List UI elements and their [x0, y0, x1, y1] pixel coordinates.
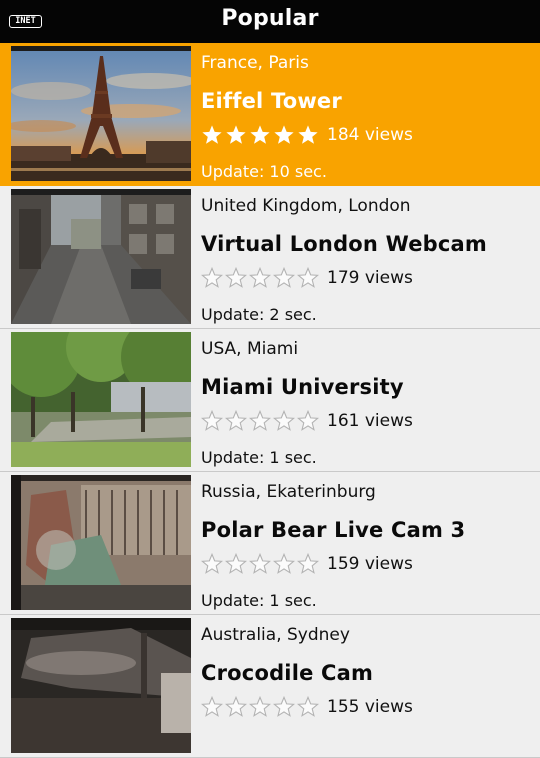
empty-star-icon	[225, 696, 247, 717]
star-rating	[201, 267, 319, 289]
empty-star-icon	[201, 267, 223, 288]
empty-star-icon	[249, 410, 271, 431]
location-label: United Kingdom, London	[201, 196, 411, 216]
empty-star-icon	[297, 267, 319, 288]
star-rating	[201, 553, 319, 575]
empty-star-icon	[273, 410, 295, 431]
rating-row: 159 views	[201, 551, 413, 577]
webcam-name: Miami University	[201, 375, 404, 399]
webcam-name: Virtual London Webcam	[201, 232, 487, 256]
webcam-list: France, Paris Eiffel Tower 184 views Upd…	[0, 43, 540, 758]
location-label: France, Paris	[201, 53, 309, 73]
filled-star-icon	[202, 125, 222, 144]
list-item[interactable]: France, Paris Eiffel Tower 184 views Upd…	[0, 43, 540, 186]
empty-star-icon	[297, 410, 319, 431]
filled-star-icon	[226, 125, 246, 144]
location-label: USA, Miami	[201, 339, 299, 359]
star-rating	[201, 696, 319, 718]
webcam-name: Eiffel Tower	[201, 89, 342, 113]
view-count: 161 views	[327, 411, 413, 431]
webcam-thumbnail-eiffel-tower	[11, 46, 191, 181]
rating-row: 179 views	[201, 265, 413, 291]
filled-star-icon	[250, 125, 270, 144]
update-interval: Update: 2 sec.	[201, 305, 317, 324]
list-item[interactable]: Russia, Ekaterinburg Polar Bear Live Cam…	[0, 472, 540, 615]
empty-star-icon	[201, 410, 223, 431]
empty-star-icon	[201, 553, 223, 574]
webcam-name: Crocodile Cam	[201, 661, 374, 685]
empty-star-icon	[249, 267, 271, 288]
update-interval: Update: 1 sec.	[201, 591, 317, 610]
view-count: 159 views	[327, 554, 413, 574]
webcam-thumbnail-crocodile-pool	[11, 618, 191, 753]
rating-row: 184 views	[201, 122, 413, 148]
star-rating	[201, 124, 319, 146]
location-label: Russia, Ekaterinburg	[201, 482, 376, 502]
rating-row: 155 views	[201, 694, 413, 720]
webcam-thumbnail-miami-campus	[11, 332, 191, 467]
webcam-name: Polar Bear Live Cam 3	[201, 518, 466, 542]
empty-star-icon	[297, 553, 319, 574]
page-title: Popular	[221, 6, 319, 31]
empty-star-icon	[273, 696, 295, 717]
update-interval: Update: 10 sec.	[201, 162, 327, 181]
view-count: 155 views	[327, 697, 413, 717]
view-count: 179 views	[327, 268, 413, 288]
view-count: 184 views	[327, 125, 413, 145]
empty-star-icon	[225, 410, 247, 431]
filled-star-icon	[298, 125, 318, 144]
list-item[interactable]: Australia, Sydney Crocodile Cam 155 view…	[0, 615, 540, 758]
list-item[interactable]: United Kingdom, London Virtual London We…	[0, 186, 540, 329]
empty-star-icon	[273, 553, 295, 574]
empty-star-icon	[249, 696, 271, 717]
title-bar: INET Popular	[0, 0, 540, 43]
location-label: Australia, Sydney	[201, 625, 350, 645]
empty-star-icon	[201, 696, 223, 717]
rating-row: 161 views	[201, 408, 413, 434]
list-item[interactable]: USA, Miami Miami University 161 views Up…	[0, 329, 540, 472]
empty-star-icon	[225, 267, 247, 288]
empty-star-icon	[225, 553, 247, 574]
empty-star-icon	[297, 696, 319, 717]
update-interval: Update: 1 sec.	[201, 448, 317, 467]
webcam-thumbnail-london-street	[11, 189, 191, 324]
empty-star-icon	[273, 267, 295, 288]
star-rating	[201, 410, 319, 432]
webcam-thumbnail-polar-bear-enclosure	[11, 475, 191, 610]
empty-star-icon	[249, 553, 271, 574]
filled-star-icon	[274, 125, 294, 144]
